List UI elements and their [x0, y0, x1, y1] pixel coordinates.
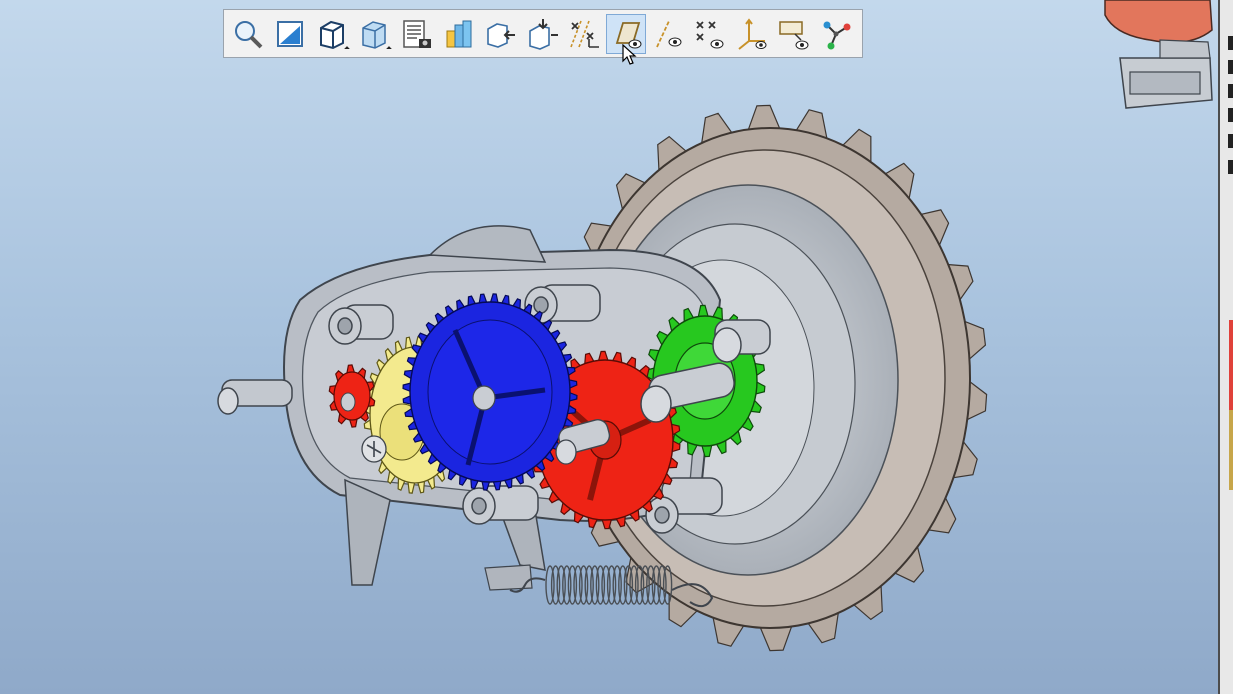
point-display-button[interactable] — [690, 14, 730, 54]
strip-mark — [1228, 60, 1233, 74]
orient-plane-button[interactable] — [270, 14, 310, 54]
csys-eye-icon — [738, 17, 767, 50]
axis-eye-icon — [656, 20, 682, 47]
right-panel-edge[interactable] — [1218, 0, 1233, 694]
axis-display-icon — [570, 20, 599, 48]
strip-color-swatch — [1229, 410, 1233, 490]
screw[interactable] — [361, 435, 387, 463]
color-palette-icon — [446, 20, 472, 47]
background-part — [1104, 0, 1213, 109]
zoom-window-button[interactable] — [228, 14, 268, 54]
cube-explode-icon — [529, 18, 558, 50]
strip-mark — [1228, 134, 1233, 148]
blue-gear[interactable] — [402, 293, 578, 491]
cube-shaded-icon — [320, 20, 344, 49]
mouse-cursor-icon — [622, 44, 637, 65]
list-camera-icon — [403, 19, 431, 48]
csys-display-button[interactable] — [732, 14, 772, 54]
assembly-model[interactable] — [0, 0, 1218, 694]
appearance-gallery-button[interactable] — [438, 14, 478, 54]
strip-mark — [1228, 160, 1233, 174]
magnifier-icon — [235, 20, 263, 48]
strip-mark — [1228, 84, 1233, 98]
annotation-eye-button[interactable] — [774, 14, 814, 54]
datum-display-button[interactable] — [564, 14, 604, 54]
cube-arrow-icon — [487, 22, 515, 48]
view-toolbar — [223, 9, 863, 58]
axis-display-button[interactable] — [648, 14, 688, 54]
strip-mark — [1228, 36, 1233, 50]
strip-mark — [1228, 108, 1233, 122]
view-manager-button[interactable] — [396, 14, 436, 54]
cube-view-list-icon — [362, 20, 386, 49]
plane-normal-icon — [277, 20, 303, 47]
strip-color-swatch — [1229, 320, 1233, 410]
display-style-button[interactable] — [312, 14, 352, 54]
spin-center-icon — [823, 21, 851, 49]
point-eye-icon — [696, 20, 724, 48]
annotation-eye-icon — [779, 20, 809, 49]
saved-views-button[interactable] — [354, 14, 394, 54]
spin-center-button[interactable] — [816, 14, 856, 54]
explode-view-button[interactable] — [522, 14, 562, 54]
annotation-display-button[interactable] — [480, 14, 520, 54]
model-viewport[interactable] — [0, 0, 1218, 694]
